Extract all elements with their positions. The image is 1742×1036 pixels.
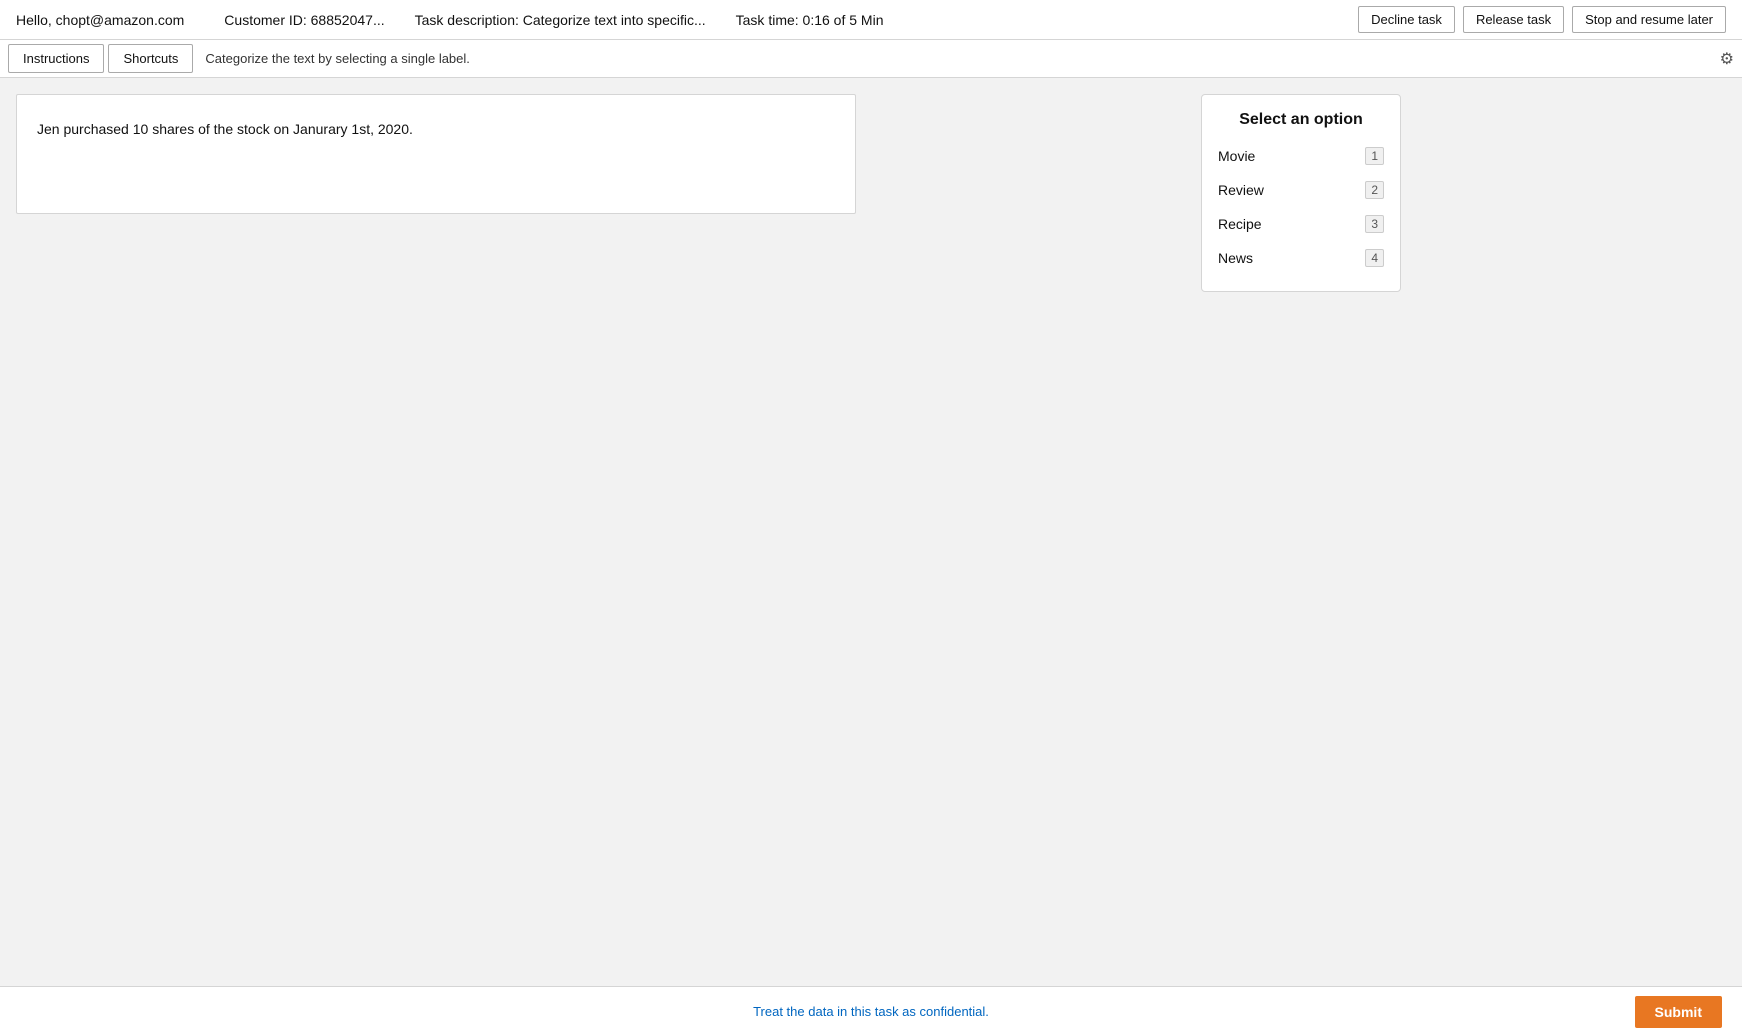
settings-icon[interactable]: ⚙ [1720, 49, 1734, 69]
decline-task-button[interactable]: Decline task [1358, 6, 1455, 33]
text-card: Jen purchased 10 shares of the stock on … [16, 94, 856, 214]
header: Hello, chopt@amazon.com Customer ID: 688… [0, 0, 1742, 40]
option-item[interactable]: Recipe 3 [1202, 207, 1400, 241]
header-greeting: Hello, chopt@amazon.com [16, 12, 184, 28]
footer-wrapper: Treat the data in this task as confident… [20, 996, 1722, 1028]
options-title: Select an option [1202, 111, 1400, 129]
text-card-content: Jen purchased 10 shares of the stock on … [37, 119, 835, 140]
header-meta: Customer ID: 68852047... Task descriptio… [224, 12, 1358, 28]
option-shortcut: 3 [1365, 215, 1384, 233]
option-label: Review [1218, 182, 1264, 198]
shortcuts-tab[interactable]: Shortcuts [108, 44, 193, 73]
right-panel: Select an option Movie 1 Review 2 Recipe 3 New… [876, 94, 1726, 292]
header-actions: Decline task Release task Stop and resum… [1358, 6, 1726, 33]
option-item[interactable]: Movie 1 [1202, 139, 1400, 173]
tab-bar: Instructions Shortcuts Categorize the te… [0, 40, 1742, 78]
stop-resume-button[interactable]: Stop and resume later [1572, 6, 1726, 33]
options-panel: Select an option Movie 1 Review 2 Recipe 3 New… [1201, 94, 1401, 292]
option-shortcut: 4 [1365, 249, 1384, 267]
option-label: Movie [1218, 148, 1255, 164]
footer: Treat the data in this task as confident… [0, 986, 1742, 1036]
option-label: Recipe [1218, 216, 1262, 232]
task-description: Task description: Categorize text into s… [415, 12, 706, 28]
main-content: Jen purchased 10 shares of the stock on … [0, 78, 1742, 647]
customer-id: Customer ID: 68852047... [224, 12, 384, 28]
task-time: Task time: 0:16 of 5 Min [736, 12, 884, 28]
options-list: Movie 1 Review 2 Recipe 3 News 4 [1202, 139, 1400, 275]
instructions-tab[interactable]: Instructions [8, 44, 104, 73]
tab-hint-text: Categorize the text by selecting a singl… [205, 51, 470, 66]
option-label: News [1218, 250, 1253, 266]
option-item[interactable]: News 4 [1202, 241, 1400, 275]
option-shortcut: 2 [1365, 181, 1384, 199]
option-shortcut: 1 [1365, 147, 1384, 165]
release-task-button[interactable]: Release task [1463, 6, 1564, 33]
confidential-text: Treat the data in this task as confident… [753, 1004, 989, 1019]
submit-button[interactable]: Submit [1635, 996, 1722, 1028]
option-item[interactable]: Review 2 [1202, 173, 1400, 207]
